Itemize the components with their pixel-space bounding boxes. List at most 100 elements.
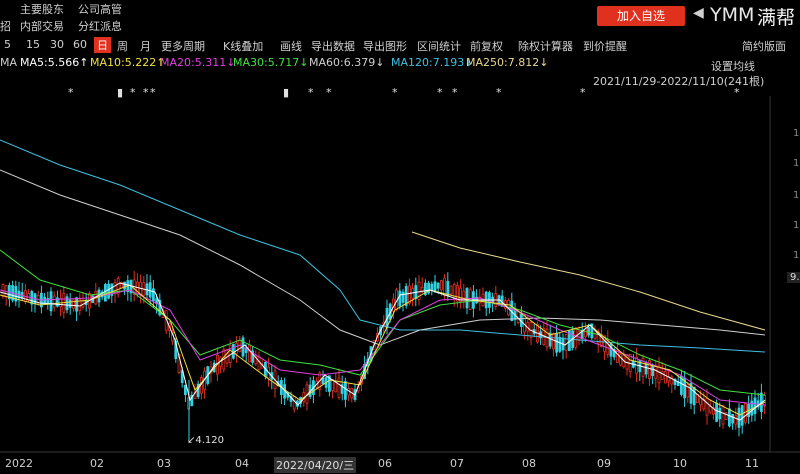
x-axis: 2022 02 03 04 2022/04/20/三 06 07 08 09 1…: [0, 452, 800, 474]
candle-body: [49, 291, 53, 312]
period-15[interactable]: 15: [26, 38, 40, 51]
event-marker[interactable]: *: [734, 86, 740, 99]
ex-rights-calculator-button[interactable]: 除权计算器: [518, 38, 573, 54]
draw-line-button[interactable]: 画线: [280, 38, 302, 54]
candle-body: [107, 283, 110, 299]
current-price-tag: 9.3: [787, 272, 800, 283]
y-tick: 1: [793, 158, 800, 169]
candle-body: [247, 344, 251, 363]
event-marker[interactable]: *: [437, 86, 443, 99]
price-alert-button[interactable]: 到价提醒: [583, 38, 627, 54]
candle-body: [433, 281, 437, 292]
candle-body: [737, 407, 741, 428]
link-dividends[interactable]: 分红派息: [78, 18, 122, 34]
candle-body: [740, 405, 744, 426]
candle-body: [439, 280, 443, 291]
ma20-line: [0, 289, 766, 406]
ma-legend-item: MA30:5.717↓: [233, 56, 309, 69]
event-marker[interactable]: ▮: [117, 86, 123, 99]
x-tick: 03: [157, 457, 171, 470]
set-ma-button[interactable]: 设置均线: [711, 58, 755, 74]
export-chart-button[interactable]: 导出图形: [363, 38, 407, 54]
candle-body: [238, 340, 242, 352]
event-marker[interactable]: *: [326, 86, 332, 99]
forward-adjust-button[interactable]: 前复权: [470, 38, 503, 54]
period-60[interactable]: 60: [73, 38, 87, 51]
event-marker[interactable]: *: [130, 86, 136, 99]
event-marker[interactable]: *: [150, 86, 156, 99]
simple-layout-button[interactable]: 简约版面: [742, 38, 786, 54]
candle-body: [343, 381, 347, 400]
candle-body: [235, 343, 239, 355]
ma-legend-item: MA120:7.193↓: [391, 56, 474, 69]
ma-legend-item: MA10:5.222↑: [90, 56, 166, 69]
candle-body: [347, 388, 351, 396]
candle-body: [43, 296, 46, 304]
link-truncated[interactable]: 招: [0, 18, 11, 34]
ma-legend-item: MA60:6.379↓: [309, 56, 385, 69]
y-tick: 1: [793, 128, 800, 139]
ma250-line: [411, 231, 766, 331]
candle-body: [407, 285, 411, 304]
candle-body: [753, 397, 757, 414]
event-marker[interactable]: *: [580, 86, 586, 99]
event-marker[interactable]: *: [452, 86, 458, 99]
y-tick: 1: [793, 220, 800, 231]
candle-body: [609, 343, 613, 357]
candle-body: [52, 295, 56, 308]
period-week[interactable]: 周: [117, 38, 128, 54]
event-marker[interactable]: *: [496, 86, 502, 99]
export-data-button[interactable]: 导出数据: [311, 38, 355, 54]
candle-body: [587, 326, 590, 336]
period-5[interactable]: 5: [4, 38, 11, 51]
period-30[interactable]: 30: [50, 38, 64, 51]
candle-body: [123, 281, 126, 290]
ma10-line: [0, 284, 766, 416]
candle-body: [718, 407, 722, 420]
link-insider-trading[interactable]: 内部交易: [20, 18, 64, 34]
candle-body: [292, 396, 296, 410]
toolbar: 5 15 30 60 日 周 月 更多周期 K线叠加 画线 导出数据 导出图形 …: [0, 36, 800, 54]
top-links: 主要股东 公司高管 招 内部交易 分红派息: [0, 0, 260, 36]
x-tick: 09: [597, 457, 611, 470]
candle-body: [705, 397, 709, 416]
ticker-symbol: YMM: [710, 4, 755, 26]
candle-body: [449, 285, 453, 295]
event-marker[interactable]: ▮: [283, 86, 289, 99]
kline-overlay-button[interactable]: K线叠加: [223, 38, 263, 54]
x-tick: 2022: [5, 457, 33, 470]
candle-body: [654, 366, 658, 379]
event-marker[interactable]: *: [143, 86, 149, 99]
candle-body: [443, 277, 447, 296]
link-executives[interactable]: 公司高管: [78, 1, 122, 17]
more-periods-button[interactable]: 更多周期: [161, 38, 205, 54]
candle-body: [231, 344, 235, 359]
y-tick: 1: [793, 190, 800, 201]
candle-body: [257, 355, 261, 371]
candle-body: [721, 405, 725, 425]
event-marker[interactable]: *: [308, 86, 314, 99]
add-watchlist-button[interactable]: 加入自选: [597, 6, 685, 26]
candle-body: [555, 333, 558, 353]
candle-body: [696, 394, 699, 404]
candle-body: [728, 408, 731, 427]
candle-body: [446, 280, 450, 296]
candle-body: [699, 397, 702, 406]
range-stats-button[interactable]: 区间统计: [417, 38, 461, 54]
candle-body: [151, 288, 155, 302]
candle-body: [564, 334, 568, 351]
x-tick: 06: [378, 457, 392, 470]
x-tick: 04: [235, 457, 249, 470]
ma-legend-item: MA: [0, 56, 18, 69]
event-marker[interactable]: *: [392, 86, 398, 99]
candle-body: [321, 377, 325, 385]
x-tick: 11: [745, 457, 759, 470]
event-marker[interactable]: *: [68, 86, 74, 99]
period-day[interactable]: 日: [94, 37, 111, 53]
link-major-shareholders[interactable]: 主要股东: [20, 1, 64, 17]
period-month[interactable]: 月: [140, 38, 151, 54]
candle-body: [731, 413, 734, 424]
candle-body: [430, 283, 434, 291]
kline-chart[interactable]: [0, 0, 800, 474]
chevron-left-icon[interactable]: ◀: [693, 5, 704, 21]
